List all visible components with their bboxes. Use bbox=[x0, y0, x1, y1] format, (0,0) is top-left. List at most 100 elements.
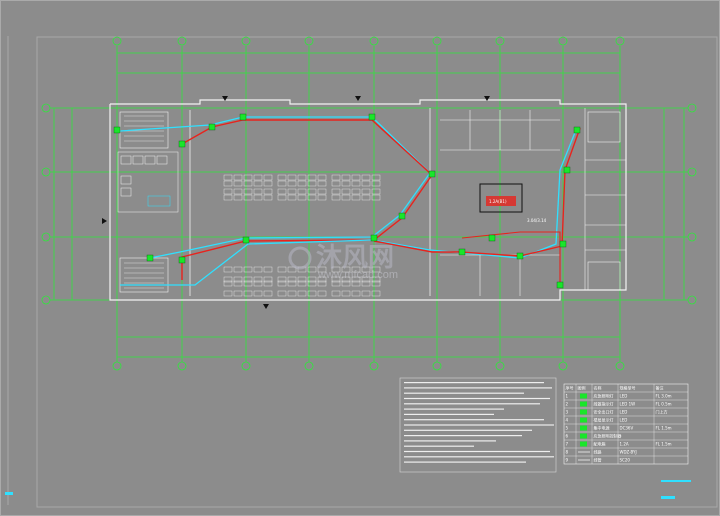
legend-cell: 8 bbox=[566, 450, 569, 455]
legend-cell: 线路 bbox=[594, 449, 602, 455]
legend-cell: 7 bbox=[566, 442, 569, 447]
desk bbox=[263, 290, 273, 297]
desk bbox=[233, 174, 243, 181]
legend-cell: 4 bbox=[566, 418, 569, 423]
legend-cell: 楼层显示灯 bbox=[594, 417, 614, 423]
emergency-light-marker bbox=[488, 234, 496, 242]
desk bbox=[223, 180, 233, 187]
note-line bbox=[404, 435, 522, 437]
desk bbox=[233, 188, 243, 195]
desk bbox=[297, 276, 307, 283]
desk bbox=[243, 276, 253, 283]
design-notes bbox=[399, 377, 557, 473]
legend-cell: SC20 bbox=[620, 458, 631, 463]
emergency-light-marker bbox=[368, 113, 376, 121]
desk bbox=[297, 188, 307, 195]
emergency-light-marker bbox=[146, 254, 154, 262]
emergency-light-marker bbox=[563, 166, 571, 174]
desk bbox=[253, 180, 263, 187]
legend-symbol bbox=[580, 393, 587, 399]
frame-marker-right-bottom bbox=[661, 496, 675, 499]
desk bbox=[341, 180, 351, 187]
desk bbox=[263, 266, 273, 273]
desk bbox=[223, 174, 233, 181]
desk bbox=[361, 194, 371, 201]
desk bbox=[351, 180, 361, 187]
desk bbox=[233, 180, 243, 187]
desk bbox=[351, 194, 361, 201]
desk bbox=[351, 174, 361, 181]
restroom-block bbox=[117, 151, 179, 213]
desk bbox=[361, 174, 371, 181]
desk bbox=[277, 180, 287, 187]
emergency-light-marker bbox=[428, 170, 436, 178]
legend-table: 序号 图例 名称 规格型号 备注 1 应急照明灯 LED FL 3.0m 2 疏散指示灯 LED 1W… bbox=[563, 383, 689, 465]
legend-cell: WDZ-BYJ bbox=[620, 450, 637, 455]
desk bbox=[297, 194, 307, 201]
emergency-light-marker bbox=[242, 236, 250, 244]
note-line bbox=[404, 387, 552, 389]
legend-symbol bbox=[580, 401, 587, 407]
note-line bbox=[404, 445, 474, 447]
desk bbox=[297, 174, 307, 181]
desk bbox=[287, 188, 297, 195]
desk bbox=[287, 276, 297, 283]
desk bbox=[277, 280, 287, 287]
emergency-light-marker bbox=[113, 126, 121, 134]
legend-cell: FL 3.0m bbox=[656, 394, 672, 399]
desk bbox=[277, 188, 287, 195]
legend-cell: 线管 bbox=[594, 457, 602, 463]
emergency-light-marker bbox=[556, 281, 564, 289]
desk bbox=[243, 266, 253, 273]
legend-cell: 2 bbox=[566, 402, 569, 407]
desk bbox=[223, 280, 233, 287]
desk bbox=[277, 290, 287, 297]
stair-treads bbox=[124, 115, 164, 289]
legend-cell: FL 0.5m bbox=[656, 402, 672, 407]
desk bbox=[331, 290, 341, 297]
desk bbox=[243, 194, 253, 201]
desk bbox=[317, 194, 327, 201]
legend-symbol bbox=[580, 417, 587, 423]
desk bbox=[287, 174, 297, 181]
desk bbox=[233, 276, 243, 283]
desk bbox=[253, 290, 263, 297]
pipe-run-red-upper bbox=[181, 119, 433, 280]
desk bbox=[297, 180, 307, 187]
note-line bbox=[404, 424, 554, 426]
desk bbox=[371, 174, 381, 181]
desk bbox=[287, 290, 297, 297]
legend-cell: 应急照明控制器 bbox=[594, 433, 622, 439]
emergency-light-marker bbox=[208, 123, 216, 131]
desk bbox=[243, 280, 253, 287]
note-line bbox=[404, 440, 496, 442]
legend-cell: FL 1.5m bbox=[656, 442, 672, 447]
legend-cell: 配电箱 bbox=[594, 441, 606, 447]
desk bbox=[223, 188, 233, 195]
emergency-light-marker bbox=[178, 256, 186, 264]
legend-cell: 疏散指示灯 bbox=[594, 401, 614, 407]
legend-cell: 安全出口灯 bbox=[594, 409, 614, 415]
desk bbox=[263, 194, 273, 201]
desk bbox=[341, 280, 351, 287]
desk bbox=[277, 174, 287, 181]
note-line bbox=[404, 392, 524, 394]
desk bbox=[243, 188, 253, 195]
desk bbox=[243, 174, 253, 181]
desk bbox=[233, 280, 243, 287]
desk bbox=[331, 188, 341, 195]
desk bbox=[263, 180, 273, 187]
note-line bbox=[404, 413, 494, 415]
desk bbox=[287, 194, 297, 201]
legend-header: 备注 bbox=[656, 385, 664, 391]
legend-cell: 9 bbox=[566, 458, 569, 463]
desk bbox=[331, 180, 341, 187]
grid-bubbles bbox=[41, 36, 697, 371]
desk bbox=[351, 188, 361, 195]
desk bbox=[361, 188, 371, 195]
desk bbox=[341, 194, 351, 201]
desk bbox=[263, 174, 273, 181]
desk bbox=[341, 174, 351, 181]
panel-box-label: 1.2A(B1) bbox=[489, 199, 507, 204]
note-line bbox=[404, 397, 550, 400]
